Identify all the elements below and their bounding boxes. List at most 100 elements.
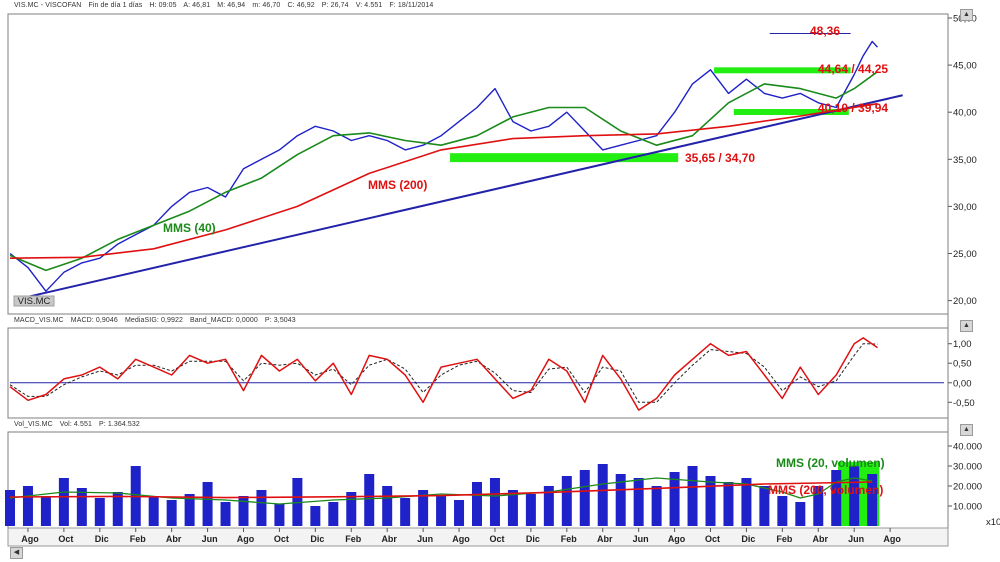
header-stat: C: 46,92 (287, 2, 315, 9)
header-stat: H: 09:05 (149, 2, 177, 9)
volume-tick-label: 20.000 (953, 482, 982, 493)
x-tick-label: Ago (883, 534, 901, 544)
price-axis-ticks: 20,0025,0030,0035,0040,0045,0050,00 (948, 14, 977, 307)
price-tick-label: 20,00 (953, 296, 977, 307)
x-tick-label: Ago (237, 534, 255, 544)
volume-bar (489, 478, 500, 526)
price-tick-label: 30,00 (953, 202, 977, 213)
volume-bar (400, 498, 411, 526)
macd-tick-label: 0,50 (953, 359, 972, 370)
header-stat: V: 4.551 (355, 2, 383, 9)
volume-bar (310, 506, 321, 526)
macd-header-item: MACD: 0,9046 (70, 317, 118, 324)
volume-bar (22, 486, 33, 526)
symbol-watermark-label: VIS.MC (18, 296, 51, 307)
x-tick-label: Feb (345, 534, 362, 544)
zone-annotation: 35,65 / 34,70 (685, 151, 755, 165)
volume-bar (651, 486, 662, 526)
volume-bar (220, 502, 231, 526)
macd-tick-label: -0,50 (953, 398, 975, 409)
macd-header-item: P: 3,5043 (264, 317, 296, 324)
macd-pane (7, 327, 949, 419)
macd-tick-label: 0,00 (953, 378, 972, 389)
volume-bar (5, 490, 15, 526)
volume-bar (723, 482, 734, 526)
volume-bar (777, 496, 788, 526)
x-tick-label: Ago (668, 534, 686, 544)
volume-bar (687, 466, 698, 526)
header-stat: m: 46,70 (252, 2, 281, 9)
x-tick-label: Abr (381, 534, 397, 544)
volume-pane-scroll-button[interactable]: ▲ (960, 424, 973, 436)
zone-annotation: 40,10 / 39,94 (818, 101, 888, 115)
macd-header-item: Band_MACD: 0,0000 (190, 317, 258, 324)
volume-bar (795, 502, 806, 526)
macd-axis-ticks: -0,50 0,00 0,50 1,00 (948, 339, 975, 409)
header-period: Fin de día 1 días (88, 2, 143, 9)
macd-pane-scroll-button[interactable]: ▲ (960, 320, 973, 332)
volume-bar (831, 470, 842, 526)
volume-bar (597, 464, 608, 526)
x-tick-label: Oct (705, 534, 720, 544)
x-tick-label: Dic (95, 534, 109, 544)
x-tick-label: Dic (741, 534, 755, 544)
chart-canvas: 20,0025,0030,0035,0040,0045,0050,00 MMS … (5, 13, 1000, 547)
header-stat: M: 46,94 (217, 2, 246, 9)
volume-bar (525, 494, 536, 526)
volume-bar (202, 482, 213, 526)
volume-tick-label: 30.000 (953, 462, 982, 473)
volume-bar (148, 496, 159, 526)
x-tick-label: Dic (310, 534, 324, 544)
header-symbol: VIS.MC - VISCOFAN (14, 2, 82, 9)
x-tick-label: Oct (274, 534, 289, 544)
x-tick-label: Ago (452, 534, 470, 544)
volume-tick-label: 40.000 (953, 442, 982, 453)
header-stat: P: 26,74 (321, 2, 349, 9)
volume-bar (274, 504, 285, 526)
volume-bar (472, 482, 482, 526)
price-pane-scroll-button[interactable]: ▲ (960, 9, 973, 21)
price-header: VIS.MC - VISCOFAN Fin de día 1 días H: 0… (14, 2, 438, 9)
price-tick-label: 35,00 (953, 155, 977, 166)
volume-bar (382, 486, 393, 526)
x-tick-label: Feb (130, 534, 147, 544)
x-tick-label: Feb (776, 534, 793, 544)
macd-header-item: MediaSIG: 0,9922 (124, 317, 183, 324)
x-tick-label: Jun (202, 534, 218, 544)
x-tick-label: Abr (813, 534, 829, 544)
volume-bar (40, 496, 51, 526)
macd-header: MACD_VIS.MC MACD: 0,9046 MediaSIG: 0,992… (14, 317, 301, 324)
price-tick-label: 45,00 (953, 61, 977, 72)
vol-header-item: Vol_VIS.MC (14, 421, 53, 428)
volume-bar (633, 478, 644, 526)
volume-bar (579, 470, 590, 526)
time-axis (7, 527, 949, 547)
scroll-left-button[interactable]: ◀ (10, 547, 23, 559)
x-tick-label: Dic (526, 534, 540, 544)
volume-mms20-annotation: MMS (20, volumen) (776, 456, 885, 470)
volume-bar (364, 474, 375, 526)
x-tick-label: Abr (166, 534, 182, 544)
x-tick-label: Jun (417, 534, 433, 544)
volume-bar (76, 488, 87, 526)
volume-bar (454, 500, 465, 526)
macd-header-item: MACD_VIS.MC (14, 317, 64, 324)
volume-header: Vol_VIS.MC Vol: 4.551 P: 1.364.532 (14, 421, 145, 428)
x-tick-label: Oct (489, 534, 504, 544)
x-tick-label: Jun (848, 534, 864, 544)
vol-header-item: Vol: 4.551 (59, 421, 92, 428)
macd-tick-label: 1,00 (953, 339, 972, 350)
volume-axis-ticks: 10.000 20.000 30.000 40.000 x10 (948, 442, 1000, 528)
x-tick-label: Oct (58, 534, 73, 544)
price-tick-label: 25,00 (953, 249, 977, 260)
volume-unit-label: x10 (986, 517, 1000, 528)
x-tick-label: Feb (561, 534, 578, 544)
x-tick-label: Jun (633, 534, 649, 544)
volume-bar (58, 478, 69, 526)
price-tick-label: 40,00 (953, 108, 977, 119)
volume-tick-label: 10.000 (953, 502, 982, 513)
x-tick-label: Ago (21, 534, 39, 544)
volume-bar (256, 490, 267, 526)
volume-bar (705, 476, 716, 526)
chart-window: 20,0025,0030,0035,0040,0045,0050,00 MMS … (0, 0, 1000, 562)
